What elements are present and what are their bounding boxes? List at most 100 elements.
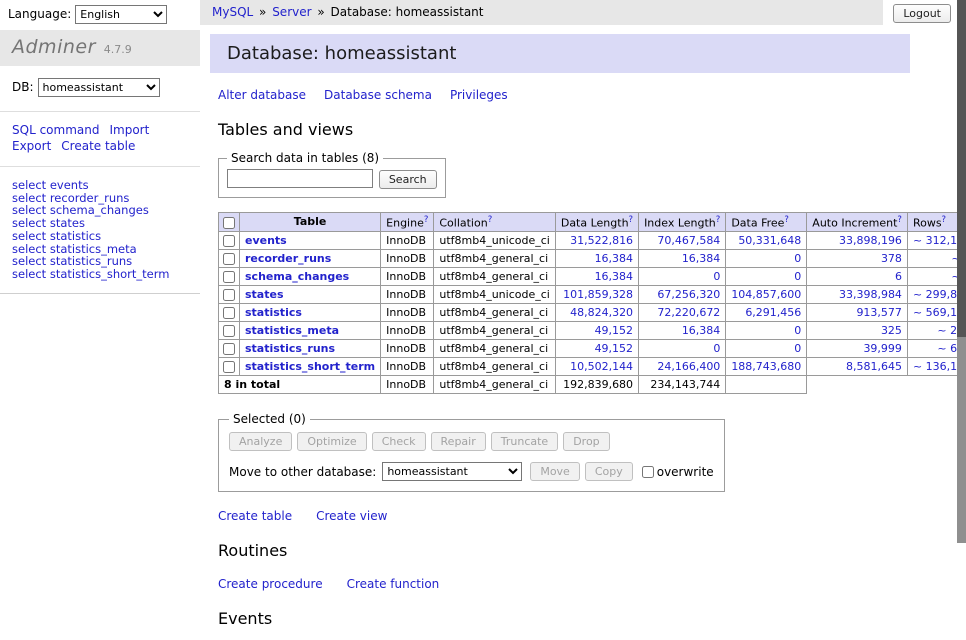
auto-increment-link[interactable]: 33,398,984 (839, 288, 902, 301)
select-all-checkbox[interactable] (223, 217, 235, 229)
table-link-statistics-runs[interactable]: statistics_runs (245, 342, 335, 355)
index-length-link[interactable]: 0 (713, 270, 720, 283)
column-header-label: Data Free (731, 216, 784, 229)
index-length-link[interactable]: 16,384 (682, 252, 721, 265)
auto-increment-link[interactable]: 913,577 (856, 306, 902, 319)
data-free-link[interactable]: 104,857,600 (731, 288, 801, 301)
index-length-link[interactable]: 67,256,320 (657, 288, 720, 301)
scrollbar-thumb[interactable] (957, 0, 966, 337)
data-free-link[interactable]: 0 (794, 324, 801, 337)
table-link-schema-changes[interactable]: schema_changes (245, 270, 349, 283)
data-length-link[interactable]: 10,502,144 (570, 360, 633, 373)
help-link[interactable]: ? (488, 215, 493, 225)
help-link[interactable]: ? (897, 215, 902, 225)
index-length-link[interactable]: 24,166,400 (657, 360, 720, 373)
table-row-events: eventsInnoDButf8mb4_unicode_ci31,522,816… (219, 232, 966, 250)
help-link[interactable]: ? (424, 215, 429, 225)
sidebar-link-export[interactable]: Export (12, 139, 51, 153)
check-button[interactable]: Check (372, 432, 426, 451)
table-row-recorder_runs: recorder_runsInnoDButf8mb4_general_ci16,… (219, 250, 966, 268)
data-length-cell: 49,152 (555, 340, 638, 358)
row-checkbox-recorder_runs[interactable] (223, 253, 235, 265)
sidebar-select-statistics-short-term[interactable]: select statistics_short_term (12, 268, 188, 281)
row-checkbox-states[interactable] (223, 289, 235, 301)
action-database-schema[interactable]: Database schema (324, 88, 432, 102)
auto-increment-link[interactable]: 33,898,196 (839, 234, 902, 247)
data-length-link[interactable]: 16,384 (595, 270, 634, 283)
row-checkbox-events[interactable] (223, 235, 235, 247)
data-length-link[interactable]: 16,384 (595, 252, 634, 265)
table-link-statistics-meta[interactable]: statistics_meta (245, 324, 339, 337)
breadcrumb-server[interactable]: Server (272, 5, 311, 19)
data-free-link[interactable]: 0 (794, 342, 801, 355)
analyze-button[interactable]: Analyze (229, 432, 292, 451)
routines-heading: Routines (218, 541, 910, 560)
data-free-cell: 188,743,680 (726, 358, 807, 376)
auto-increment-link[interactable]: 8,581,645 (846, 360, 902, 373)
index-length-link[interactable]: 16,384 (682, 324, 721, 337)
search-input[interactable] (227, 169, 373, 188)
data-length-link[interactable]: 31,522,816 (570, 234, 633, 247)
search-fieldset: Search data in tables (8) Search (218, 151, 446, 198)
link-create-table[interactable]: Create table (218, 509, 292, 523)
table-link-recorder-runs[interactable]: recorder_runs (245, 252, 331, 265)
table-name-cell: events (240, 232, 381, 250)
copy-button[interactable]: Copy (585, 462, 633, 481)
data-length-link[interactable]: 101,859,328 (563, 288, 633, 301)
index-length-link[interactable]: 0 (713, 342, 720, 355)
db-select[interactable]: homeassistant (38, 78, 160, 97)
auto-increment-link[interactable]: 325 (881, 324, 902, 337)
truncate-button[interactable]: Truncate (491, 432, 558, 451)
collation-cell: utf8mb4_general_ci (434, 268, 555, 286)
auto-increment-link[interactable]: 39,999 (863, 342, 902, 355)
action-alter-database[interactable]: Alter database (218, 88, 306, 102)
sidebar-link-sql-command[interactable]: SQL command (12, 123, 99, 137)
overwrite-checkbox[interactable] (642, 466, 654, 478)
data-length-link[interactable]: 48,824,320 (570, 306, 633, 319)
move-button[interactable]: Move (530, 462, 580, 481)
link-create-procedure[interactable]: Create procedure (218, 577, 323, 591)
drop-button[interactable]: Drop (563, 432, 609, 451)
help-link[interactable]: ? (784, 215, 789, 225)
vertical-scrollbar[interactable] (957, 0, 966, 543)
table-link-statistics[interactable]: statistics (245, 306, 302, 319)
link-create-view[interactable]: Create view (316, 509, 387, 523)
row-checkbox-statistics_runs[interactable] (223, 343, 235, 355)
auto-increment-link[interactable]: 378 (881, 252, 902, 265)
row-checkbox-statistics[interactable] (223, 307, 235, 319)
repair-button[interactable]: Repair (431, 432, 486, 451)
data-length-link[interactable]: 49,152 (595, 324, 634, 337)
index-length-link[interactable]: 72,220,672 (657, 306, 720, 319)
language-select[interactable]: English (75, 5, 167, 24)
auto-increment-link[interactable]: 6 (895, 270, 902, 283)
data-free-link[interactable]: 0 (794, 252, 801, 265)
table-link-states[interactable]: states (245, 288, 284, 301)
optimize-button[interactable]: Optimize (297, 432, 366, 451)
row-checkbox-statistics_meta[interactable] (223, 325, 235, 337)
action-privileges[interactable]: Privileges (450, 88, 508, 102)
data-free-link[interactable]: 6,291,456 (745, 306, 801, 319)
data-free-link[interactable]: 50,331,648 (738, 234, 801, 247)
logout-button[interactable]: Logout (893, 4, 951, 23)
help-link[interactable]: ? (942, 215, 947, 225)
data-free-link[interactable]: 188,743,680 (731, 360, 801, 373)
row-checkbox-statistics_short_term[interactable] (223, 361, 235, 373)
link-create-function[interactable]: Create function (347, 577, 440, 591)
sidebar-select-events[interactable]: select events (12, 179, 188, 192)
help-link[interactable]: ? (629, 215, 634, 225)
help-link[interactable]: ? (716, 215, 721, 225)
collation-cell: utf8mb4_general_ci (434, 304, 555, 322)
sidebar-link-import[interactable]: Import (109, 123, 149, 137)
data-free-link[interactable]: 0 (794, 270, 801, 283)
move-db-select[interactable]: homeassistant (382, 462, 522, 481)
search-button[interactable]: Search (379, 170, 437, 189)
index-length-link[interactable]: 70,467,584 (657, 234, 720, 247)
data-length-link[interactable]: 49,152 (595, 342, 634, 355)
sidebar-link-create-table[interactable]: Create table (61, 139, 135, 153)
sidebar-select-states[interactable]: select states (12, 217, 188, 230)
breadcrumb-mysql[interactable]: MySQL (212, 5, 253, 19)
row-checkbox-schema_changes[interactable] (223, 271, 235, 283)
table-link-events[interactable]: events (245, 234, 287, 247)
sidebar-select-statistics[interactable]: select statistics (12, 230, 188, 243)
table-link-statistics-short-term[interactable]: statistics_short_term (245, 360, 375, 373)
